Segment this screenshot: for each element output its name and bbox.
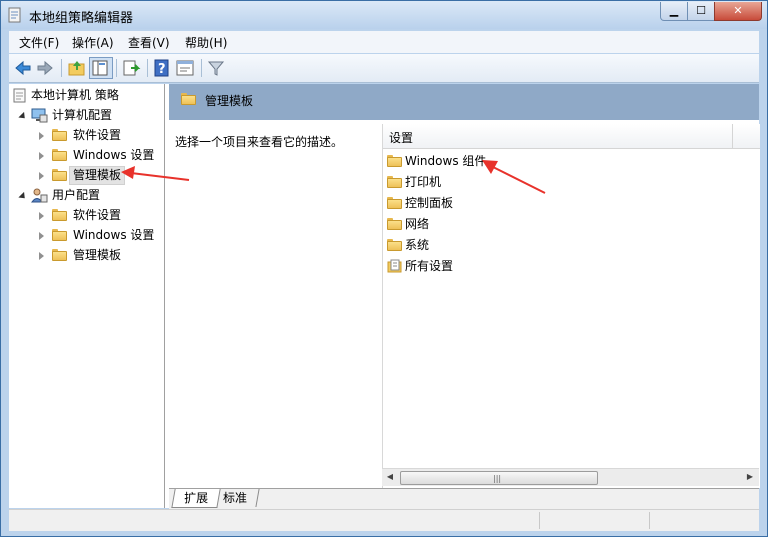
list-item-label: 网络 (405, 217, 430, 231)
description-pane: 选择一个项目来查看它的描述。 (169, 120, 379, 488)
detail-pane: 管理模板 选择一个项目来查看它的描述。 设置 Windows 组件 打印机 控制… (169, 84, 760, 509)
folder-icon (387, 218, 402, 230)
expand-icon[interactable] (39, 232, 44, 240)
minimize-icon: ▁ (669, 4, 679, 17)
maximize-button[interactable]: ☐ (687, 2, 715, 21)
policy-doc-icon (13, 88, 26, 103)
export-icon[interactable] (121, 58, 141, 78)
menu-action[interactable]: 操作(A) (72, 34, 114, 51)
folder-icon (52, 229, 67, 241)
scroll-left-icon[interactable]: ◀ (385, 472, 395, 482)
grip-icon: ||| (493, 474, 502, 483)
tree-pane: 本地计算机 策略 计算机配置 软件设置 Windows 设置 管理模板 用户配置… (9, 84, 165, 508)
folder-icon (387, 197, 402, 209)
expand-icon[interactable] (39, 152, 44, 160)
folder-icon (387, 239, 402, 251)
title-bar: 本地组策略编辑器 ▁ ☐ ✕ (1, 1, 767, 29)
tree-item-label: Windows 设置 (73, 228, 155, 242)
folder-icon (181, 93, 196, 105)
user-icon (31, 188, 48, 203)
status-divider (539, 512, 540, 529)
folder-icon (52, 169, 67, 181)
maximize-icon: ☐ (696, 4, 706, 17)
tab-label: 扩展 (184, 491, 209, 505)
collapse-icon[interactable] (18, 191, 28, 202)
expand-icon[interactable] (39, 172, 44, 180)
folder-icon (52, 149, 67, 161)
detail-header: 管理模板 (169, 84, 759, 120)
all-settings-icon (387, 259, 402, 273)
status-bar (9, 509, 759, 531)
main-window: 本地组策略编辑器 ▁ ☐ ✕ 文件(F) 操作(A) 查看(V) 帮助(H) ?… (0, 0, 768, 537)
status-divider (649, 512, 650, 529)
settings-list: 设置 Windows 组件 打印机 控制面板 网络 系统 所有设置 (382, 124, 760, 488)
filter-icon[interactable] (206, 58, 226, 78)
folder-icon (387, 155, 402, 167)
folder-icon (52, 249, 67, 261)
collapse-icon[interactable] (18, 111, 28, 122)
menu-help[interactable]: 帮助(H) (185, 34, 227, 51)
expand-icon[interactable] (39, 132, 44, 140)
description-text: 选择一个项目来查看它的描述。 (175, 135, 344, 149)
expand-icon[interactable] (39, 212, 44, 220)
list-item-label: 控制面板 (405, 196, 454, 210)
close-button[interactable]: ✕ (714, 2, 762, 21)
folder-icon (52, 129, 67, 141)
tree-item-label: Windows 设置 (73, 148, 155, 162)
close-icon: ✕ (733, 4, 743, 17)
column-header-setting[interactable]: 设置 (383, 124, 760, 149)
list-item-label: 系统 (405, 238, 430, 252)
toolbar-separator (201, 59, 202, 77)
toolbar: ? (9, 54, 759, 83)
scroll-right-icon[interactable]: ▶ (745, 472, 755, 482)
tree-item-label: 软件设置 (73, 208, 122, 222)
menu-file[interactable]: 文件(F) (19, 34, 59, 51)
tree-item-label: 计算机配置 (52, 108, 113, 122)
policy-editor-icon (8, 7, 21, 23)
tree-item-label: 软件设置 (73, 128, 122, 142)
folder-icon (52, 209, 67, 221)
tree-item-label: 用户配置 (52, 188, 101, 202)
properties-icon[interactable] (175, 58, 195, 78)
column-header-label: 设置 (389, 131, 414, 145)
back-icon[interactable] (13, 58, 33, 78)
window-title: 本地组策略编辑器 (29, 11, 134, 26)
expand-icon[interactable] (39, 252, 44, 260)
forward-icon[interactable] (35, 58, 55, 78)
show-tree-button[interactable] (89, 57, 113, 79)
up-folder-icon[interactable] (67, 58, 87, 78)
minimize-button[interactable]: ▁ (660, 2, 688, 21)
help-icon[interactable]: ? (152, 58, 172, 78)
menu-bar: 文件(F) 操作(A) 查看(V) 帮助(H) (9, 31, 759, 53)
tab-standard[interactable]: 标准 (211, 489, 260, 507)
menu-view[interactable]: 查看(V) (128, 34, 170, 51)
tree-item-label: 管理模板 (73, 248, 122, 262)
tree-item-label: 本地计算机 策略 (31, 88, 119, 102)
show-tree-icon (92, 60, 108, 76)
computer-icon (31, 108, 48, 123)
list-item-label: Windows 组件 (405, 154, 487, 168)
toolbar-separator (116, 59, 117, 77)
tree-item-label: 管理模板 (69, 166, 126, 185)
column-divider[interactable] (732, 124, 733, 148)
scrollbar-thumb[interactable]: ||| (400, 471, 598, 485)
client-area: 本地计算机 策略 计算机配置 软件设置 Windows 设置 管理模板 用户配置… (9, 84, 760, 509)
detail-title: 管理模板 (205, 94, 254, 108)
svg-text:?: ? (158, 62, 166, 77)
list-item-label: 打印机 (405, 175, 442, 189)
toolbar-separator (147, 59, 148, 77)
folder-icon (387, 176, 402, 188)
horizontal-scrollbar[interactable]: ◀ ||| ▶ (382, 468, 759, 486)
view-tabs: 扩展 标准 (169, 488, 759, 509)
toolbar-separator (61, 59, 62, 77)
list-item-label: 所有设置 (405, 259, 454, 273)
tab-label: 标准 (223, 491, 248, 505)
